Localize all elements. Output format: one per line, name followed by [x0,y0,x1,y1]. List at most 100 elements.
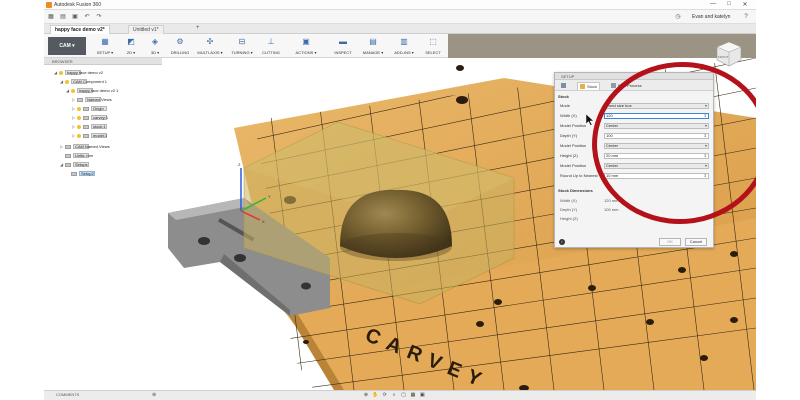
help-icon[interactable]: ? [742,13,750,21]
maximize-button[interactable]: □ [722,1,736,7]
tree-item-setups[interactable]: ◢ Setups [60,162,89,168]
tree-item-root[interactable]: ◢ happy face demo v2 [54,70,103,76]
browser-panel: BROWSER ◢ happy face demo v2 ◢ CAM Compone… [44,58,162,188]
actions-icon: ▣ [302,37,310,46]
2d-menu[interactable]: ◩ 2D ▾ [120,36,142,56]
comments-panel[interactable]: COMMENTS [56,392,79,397]
turning-icon: ⊟ [238,37,246,46]
tree-item-setup2[interactable]: Setup2 [66,171,95,177]
folder-icon [65,162,71,167]
fusion-window: Autodesk Fusion 360 — □ ✕ ▦ ▤ ▣ ↶ ↷ ◷ Ev… [44,0,756,400]
title-bar: Autodesk Fusion 360 — □ ✕ [44,0,756,10]
multi-axis-menu[interactable]: ✣ MULTI-AXIS ▾ [194,36,226,56]
inspect-menu[interactable]: ▬ INSPECT [330,36,356,56]
display-mode-icon[interactable]: ▢ [400,392,408,399]
pan-icon[interactable]: ✋ [371,392,379,399]
manage-menu[interactable]: ▤ MANAGE ▾ [358,36,388,56]
drill-icon: ⚙ [176,37,184,46]
viewports-icon[interactable]: ▣ [418,392,426,399]
visibility-icon[interactable] [77,106,81,111]
3d-toolpath-icon: ◈ [151,37,159,46]
grid-icon[interactable]: ▦ [47,13,55,21]
ribbon-toolbar: CAM ▾ ▦ SETUP ▾ ◩ 2D ▾ ◈ 3D ▾ ⚙ DRILLING… [44,34,448,58]
folder-icon [83,106,89,111]
cutting-icon: ⊥ [267,37,275,46]
select-icon: ⬚ [429,37,437,46]
close-window-button[interactable]: ✕ [738,1,752,8]
tab-happy-face-demo[interactable]: happy face demo v2* [50,25,110,34]
comments-add-icon[interactable]: ⊕ [152,392,156,398]
actions-menu[interactable]: ▣ ACTIONS ▾ [286,36,326,56]
folder-icon [65,144,71,149]
workspace-switcher[interactable]: CAM ▾ [48,37,86,55]
undo-icon[interactable]: ↶ [83,13,91,21]
cutting-button[interactable]: ⊥ CUTTING [258,36,284,56]
visibility-icon[interactable] [77,124,81,129]
clock-icon[interactable]: ◷ [674,13,682,21]
stock-section-title[interactable]: Stock [558,94,569,99]
rotate-icon[interactable]: ⟳ [381,392,389,399]
setup-icon [71,171,77,176]
setup-menu[interactable]: ▦ SETUP ▾ [92,36,118,56]
zoom-icon[interactable]: ⌕ [390,392,398,399]
multi-axis-icon: ✣ [206,37,214,46]
info-icon[interactable]: i [559,239,565,245]
component-icon [83,133,89,138]
grid-settings-icon[interactable]: ▦ [409,392,417,399]
tree-item-origin[interactable]: ▷ Origin [72,106,107,112]
tree-item-happy-face[interactable]: ◢ happy face demo v2 1 [66,88,118,94]
drilling-button[interactable]: ⚙ DRILLING [168,36,192,56]
minimize-button[interactable]: — [706,1,720,7]
redo-icon[interactable]: ↷ [95,13,103,21]
document-icon [65,153,71,158]
bottom-bar: COMMENTS ⊕ ⊕ ✋ ⟳ ⌕ ▢ ▦ ▣ [44,390,756,400]
save-icon[interactable]: ▣ [71,13,79,21]
file-icon[interactable]: ▤ [59,13,67,21]
3d-menu[interactable]: ◈ 3D ▾ [144,36,166,56]
inspect-icon: ▬ [339,37,347,46]
document-tabs: happy face demo v2* Untitled v1* + [44,24,756,34]
setup-tab-icon [561,83,566,89]
2d-toolpath-icon: ◩ [127,37,135,46]
visibility-icon[interactable] [65,79,69,84]
viewcube-front-label: FRONT [718,55,728,59]
tree-item-cam-named-views[interactable]: ▷ CAM Named Views [60,144,110,150]
user-menu[interactable]: Evan and katelyn [692,14,730,20]
tree-item-units[interactable]: Units: mm [60,153,93,159]
navigation-toolbar: ⊕ ✋ ⟳ ⌕ ▢ ▦ ▣ [362,392,426,399]
tree-item-carvey[interactable]: ▷ carvey:1 [72,115,108,121]
window-title: Autodesk Fusion 360 [54,2,101,8]
component-icon [83,115,89,120]
ribbon-background [448,34,756,58]
component-icon [83,124,89,129]
ok-button[interactable]: OK [659,238,681,246]
tree-item-model[interactable]: ▷ model:1 [72,133,107,139]
view-cube[interactable]: FRONT [714,40,744,68]
stock-tab-icon [580,84,585,90]
tree-item-stock[interactable]: ▷ stock:1 [72,124,107,130]
dimensions-section-title[interactable]: Stock Dimensions [558,188,593,193]
visibility-icon[interactable] [77,133,81,138]
svg-text:X: X [262,219,265,224]
svg-text:Y: Y [268,194,271,199]
turning-menu[interactable]: ⊟ TURNING ▾ [228,36,256,56]
visibility-icon[interactable] [77,115,81,120]
orbit-icon[interactable]: ⊕ [362,392,370,399]
select-menu[interactable]: ⬚ SELECT [420,36,446,56]
tree-item-named-views[interactable]: ▷ Named Views [72,97,112,103]
fusion-logo-icon [46,2,52,8]
new-tab-icon[interactable]: + [196,25,200,31]
tree-item-cam-component[interactable]: ◢ CAM Component 1 [60,79,107,85]
visibility-icon[interactable] [71,88,75,93]
tab-stock[interactable]: Stock [577,82,601,91]
tab-untitled[interactable]: Untitled v1* [128,25,164,34]
visibility-icon[interactable] [59,70,63,75]
tab-setup[interactable] [559,82,570,89]
browser-header[interactable]: BROWSER [44,58,162,65]
cancel-button[interactable]: Cancel [685,238,707,246]
mouse-cursor-icon [586,114,594,126]
folder-icon [77,97,83,102]
quick-access-toolbar: ▦ ▤ ▣ ↶ ↷ ◷ Evan and katelyn ? [44,10,756,24]
manage-icon: ▤ [369,37,377,46]
add-ins-menu[interactable]: ▥ ADD-INS ▾ [390,36,418,56]
